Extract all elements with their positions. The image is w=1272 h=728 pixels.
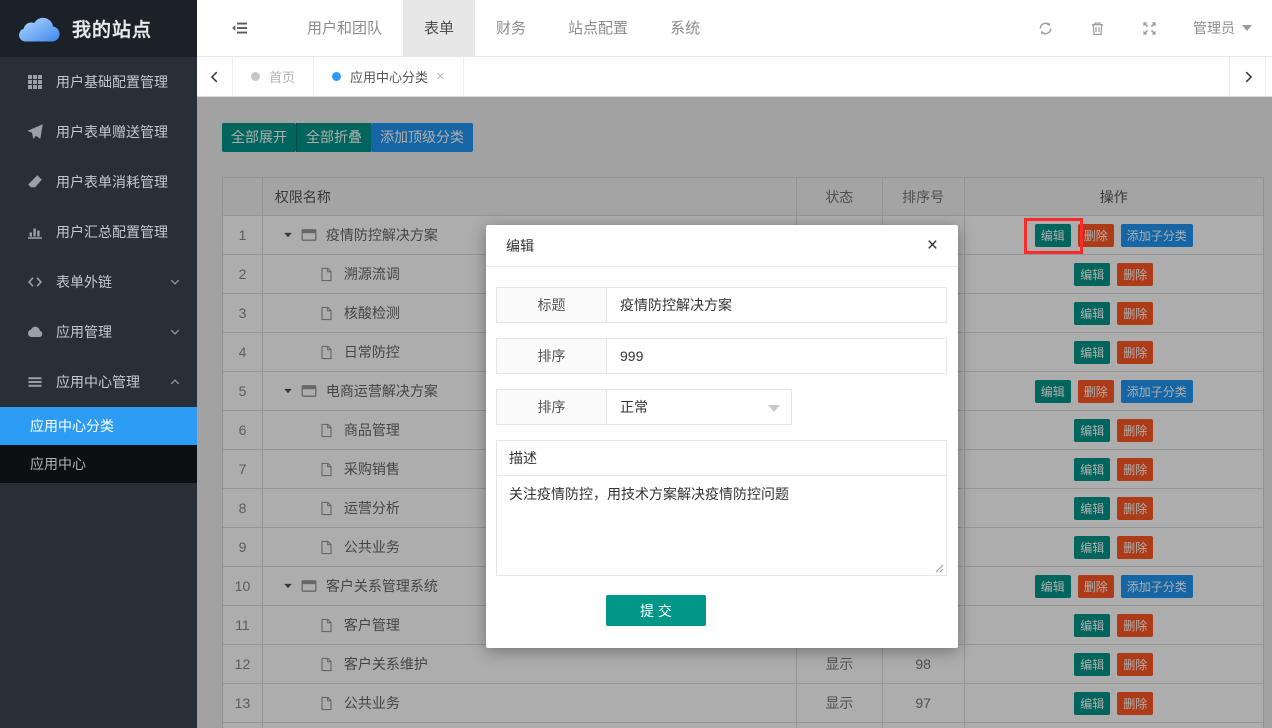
sidebar-item-label: 表单外链	[56, 272, 112, 292]
trash-icon[interactable]	[1071, 21, 1123, 36]
sidebar-item-label: 应用中心管理	[56, 372, 140, 392]
modal-fields: 标题疫情防控解决方案排序999排序正常	[496, 287, 947, 425]
sidebar-item-label: 用户基础配置管理	[56, 72, 168, 92]
form-field: 标题疫情防控解决方案	[496, 287, 947, 323]
sidebar-subitem[interactable]: 应用中心	[0, 445, 197, 483]
sidebar-item-label: 用户表单消耗管理	[56, 172, 168, 192]
submit-button[interactable]: 提 交	[606, 595, 706, 626]
tabs-scroll-right-button[interactable]	[1229, 57, 1265, 96]
sidebar-item[interactable]: 应用中心管理	[0, 357, 197, 407]
tab-label: 首页	[269, 67, 295, 86]
sidebar-item[interactable]: 用户基础配置管理	[0, 57, 197, 107]
chevron-up-icon	[169, 376, 181, 388]
tabbar: 首页 应用中心分类 ×	[197, 57, 1272, 97]
tab-dot	[332, 72, 341, 81]
topnav-item[interactable]: 站点配置	[547, 0, 649, 57]
sidebar-item[interactable]: 用户表单赠送管理	[0, 107, 197, 157]
topbar-right: 管理员	[1019, 18, 1272, 38]
edit-modal: 编辑 × 标题疫情防控解决方案排序999排序正常 描述 关注疫情防控，用技术方案…	[486, 225, 958, 648]
description-value: 关注疫情防控，用技术方案解决疫情防控问题	[509, 486, 789, 502]
sidebar-submenu: 应用中心分类应用中心	[0, 407, 197, 483]
send-icon	[26, 124, 43, 140]
description-textarea[interactable]: 关注疫情防控，用技术方案解决疫情防控问题	[497, 476, 946, 575]
modal-body: 标题疫情防控解决方案排序999排序正常 描述 关注疫情防控，用技术方案解决疫情防…	[486, 267, 958, 626]
tab-dot	[251, 72, 260, 81]
refresh-icon[interactable]	[1019, 21, 1071, 36]
tab-label: 应用中心分类	[350, 67, 428, 86]
cloud-icon	[26, 324, 43, 340]
tab[interactable]: 首页	[233, 57, 314, 96]
sidebar-menu: 用户基础配置管理用户表单赠送管理用户表单消耗管理用户汇总配置管理表单外链应用管理…	[0, 57, 197, 407]
topnav: 用户和团队表单财务站点配置系统	[286, 0, 721, 57]
topbar-icons	[1019, 21, 1175, 36]
user-menu[interactable]: 管理员	[1175, 18, 1272, 38]
code-icon	[26, 274, 43, 290]
chevron-down-icon	[169, 276, 181, 288]
sort-input[interactable]: 999	[607, 339, 946, 373]
tabbar-spacer	[464, 57, 1229, 96]
main-content: 全部展开全部折叠添加顶级分类 权限名称 状态 排序号 操作 1疫情防控解决方案编…	[197, 97, 1272, 728]
site-title: 我的站点	[72, 15, 152, 42]
chevron-down-icon	[169, 326, 181, 338]
chevron-down-icon	[1242, 25, 1252, 31]
topbar: 用户和团队表单财务站点配置系统 管理员	[197, 0, 1272, 57]
description-label: 描述	[497, 441, 946, 476]
field-label: 标题	[497, 288, 607, 322]
topnav-item[interactable]: 财务	[475, 0, 547, 57]
grid-icon	[26, 74, 43, 90]
sidebar-item[interactable]: 应用管理	[0, 307, 197, 357]
annotation-highlight-box	[1024, 218, 1083, 254]
bar-chart-icon	[26, 224, 43, 240]
collapse-menu-icon[interactable]	[197, 20, 286, 36]
list-icon	[26, 374, 43, 390]
fullscreen-icon[interactable]	[1123, 21, 1175, 36]
modal-header: 编辑 ×	[486, 225, 958, 267]
field-label: 排序	[497, 390, 607, 424]
tabs-scroll-left-button[interactable]	[197, 57, 233, 96]
sidebar-item-label: 用户表单赠送管理	[56, 122, 168, 142]
tabbar-edge	[1265, 57, 1272, 96]
close-icon[interactable]: ×	[927, 236, 938, 255]
user-label: 管理员	[1193, 18, 1235, 38]
select-caret-icon	[768, 405, 780, 412]
topnav-item[interactable]: 系统	[649, 0, 721, 57]
eraser-icon	[26, 174, 43, 190]
field-label: 排序	[497, 339, 607, 373]
logo[interactable]: 我的站点	[0, 0, 197, 57]
sidebar-item[interactable]: 用户汇总配置管理	[0, 207, 197, 257]
sidebar-item[interactable]: 表单外链	[0, 257, 197, 307]
sidebar-subitem[interactable]: 应用中心分类	[0, 407, 197, 445]
status-select[interactable]: 正常	[607, 390, 791, 424]
topnav-item[interactable]: 表单	[403, 0, 475, 57]
tab[interactable]: 应用中心分类 ×	[314, 57, 464, 96]
tabs: 首页 应用中心分类 ×	[233, 57, 464, 96]
sidebar: 我的站点 用户基础配置管理用户表单赠送管理用户表单消耗管理用户汇总配置管理表单外…	[0, 0, 197, 728]
description-group: 描述 关注疫情防控，用技术方案解决疫情防控问题	[496, 440, 947, 576]
modal-title: 编辑	[506, 236, 534, 256]
title-input[interactable]: 疫情防控解决方案	[607, 288, 946, 322]
resize-handle-icon[interactable]	[934, 563, 944, 573]
cloud-logo-icon	[16, 14, 62, 44]
topnav-item[interactable]: 用户和团队	[286, 0, 403, 57]
close-icon[interactable]: ×	[436, 68, 445, 85]
sidebar-item[interactable]: 用户表单消耗管理	[0, 157, 197, 207]
sidebar-item-label: 应用管理	[56, 322, 112, 342]
form-field: 排序正常	[496, 389, 792, 425]
form-field: 排序999	[496, 338, 947, 374]
sidebar-item-label: 用户汇总配置管理	[56, 222, 168, 242]
